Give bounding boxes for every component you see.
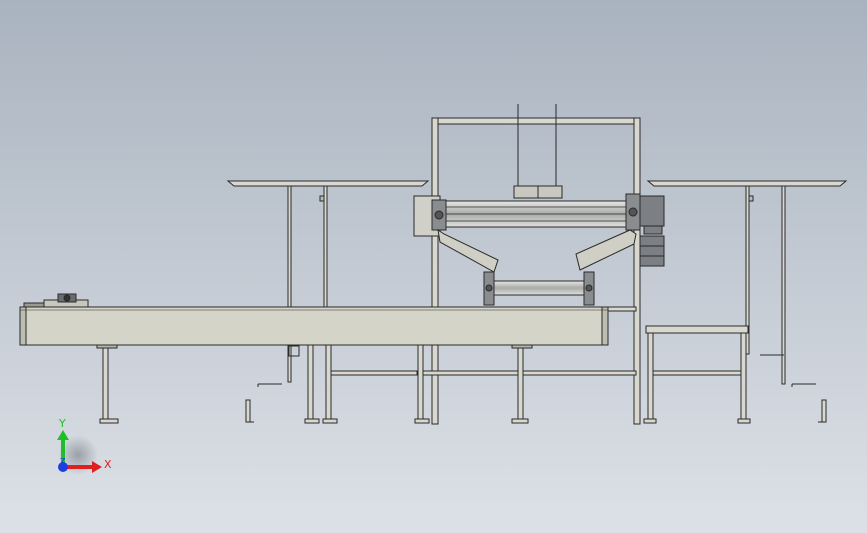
cad-viewport[interactable]: Y X Z	[0, 0, 867, 533]
z-axis-label: Z	[60, 457, 66, 466]
conveyor-assembly-drawing: Y X Z	[0, 0, 867, 533]
x-axis-label: X	[104, 458, 112, 471]
drive-motor	[639, 195, 665, 267]
y-axis-label: Y	[58, 417, 66, 430]
